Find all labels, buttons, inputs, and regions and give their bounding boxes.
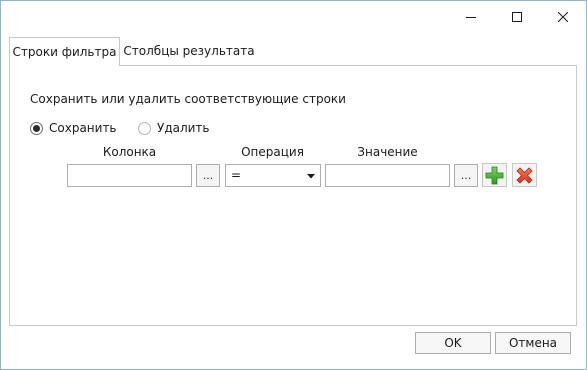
ok-button[interactable]: OK bbox=[415, 332, 491, 354]
title-bar bbox=[1, 1, 586, 33]
filter-rows-panel: Сохранить или удалить соответствующие ст… bbox=[9, 65, 577, 326]
minimize-button[interactable] bbox=[448, 1, 494, 33]
value-header: Значение bbox=[357, 145, 418, 159]
remove-row-button[interactable] bbox=[512, 163, 537, 187]
filter-heading: Сохранить или удалить соответствующие ст… bbox=[30, 92, 346, 106]
tab-label: Строки фильтра bbox=[12, 45, 117, 59]
radio-indicator bbox=[30, 121, 43, 135]
chevron-down-icon bbox=[307, 174, 315, 179]
tab-result-columns[interactable]: Столбцы результата bbox=[121, 37, 257, 65]
plus-icon bbox=[485, 166, 504, 184]
filter-dialog: Строки фильтра Столбцы результата Сохран… bbox=[0, 0, 587, 370]
maximize-button[interactable] bbox=[494, 1, 540, 33]
operation-select[interactable]: = bbox=[225, 164, 321, 187]
x-icon bbox=[516, 166, 533, 184]
minimize-icon bbox=[466, 17, 476, 18]
keep-radio-label: Сохранить bbox=[49, 121, 117, 135]
column-browse-button[interactable]: ... bbox=[196, 164, 220, 187]
keep-radio[interactable]: Сохранить bbox=[30, 121, 117, 135]
cancel-button[interactable]: Отмена bbox=[495, 332, 571, 354]
column-input[interactable] bbox=[67, 164, 192, 187]
remove-radio[interactable]: Удалить bbox=[138, 121, 210, 135]
radio-indicator bbox=[138, 121, 151, 135]
tab-filter-rows[interactable]: Строки фильтра bbox=[9, 37, 120, 66]
close-button[interactable] bbox=[540, 1, 586, 33]
add-row-button[interactable] bbox=[482, 163, 507, 187]
remove-radio-label: Удалить bbox=[157, 121, 210, 135]
value-browse-button[interactable]: ... bbox=[454, 164, 478, 187]
column-header: Колонка bbox=[102, 145, 157, 159]
tab-label: Столбцы результата bbox=[123, 44, 255, 58]
operation-header: Операция bbox=[241, 145, 304, 159]
close-icon bbox=[558, 12, 568, 22]
operation-value: = bbox=[231, 168, 242, 182]
maximize-icon bbox=[512, 12, 522, 22]
value-input[interactable] bbox=[325, 164, 450, 187]
